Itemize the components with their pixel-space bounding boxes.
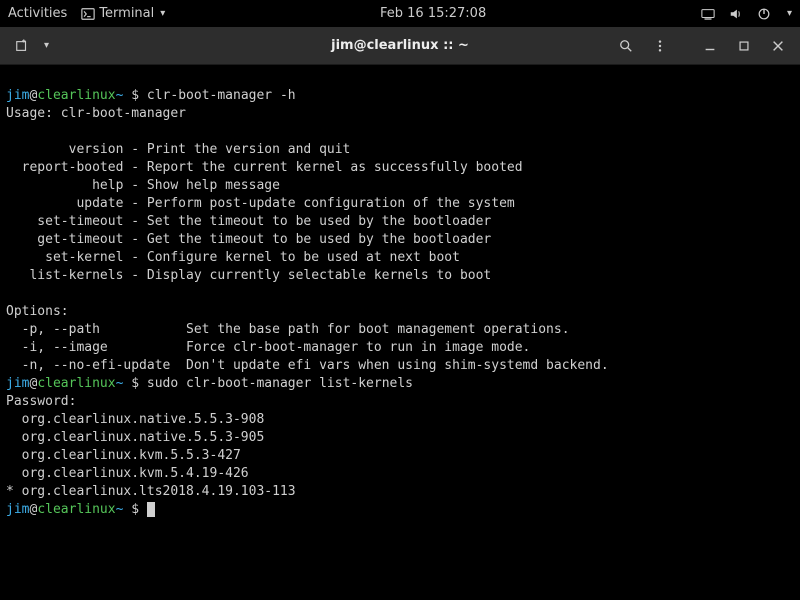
prompt-host: clearlinux — [37, 502, 115, 517]
activities-button[interactable]: Activities — [8, 6, 67, 21]
minimize-icon — [703, 39, 717, 53]
terminal-line — [6, 124, 14, 139]
close-icon — [771, 39, 785, 53]
gnome-top-bar: Activities Terminal ▾ Feb 16 15:27:08 ▾ — [0, 0, 800, 27]
terminal-line: Password: — [6, 394, 76, 409]
kebab-menu-icon — [653, 39, 667, 53]
terminal-line: update - Perform post-update configurati… — [6, 196, 515, 211]
prompt-dollar: $ — [123, 88, 146, 103]
minimize-button[interactable] — [696, 32, 724, 60]
chevron-down-icon: ▾ — [160, 8, 165, 19]
command-text: sudo clr-boot-manager list-kernels — [147, 376, 413, 391]
terminal-line: -n, --no-efi-update Don't update efi var… — [6, 358, 609, 373]
maximize-icon — [737, 39, 751, 53]
terminal-line: jim@clearlinux~ $ sudo clr-boot-manager … — [6, 376, 413, 391]
cursor — [147, 502, 155, 517]
command-text: clr-boot-manager -h — [147, 88, 296, 103]
terminal-line: -i, --image Force clr-boot-manager to ru… — [6, 340, 530, 355]
prompt-host: clearlinux — [37, 376, 115, 391]
terminal-line: report-booted - Report the current kerne… — [6, 160, 523, 175]
terminal-line: org.clearlinux.kvm.5.4.19-426 — [6, 466, 249, 481]
app-menu-label: Terminal — [99, 6, 154, 21]
terminal-line: org.clearlinux.native.5.5.3-908 — [6, 412, 264, 427]
terminal-icon — [81, 7, 95, 21]
new-tab-button[interactable] — [8, 32, 36, 60]
terminal-line: version - Print the version and quit — [6, 142, 350, 157]
app-menu[interactable]: Terminal ▾ — [81, 6, 165, 21]
terminal-line: -p, --path Set the base path for boot ma… — [6, 322, 570, 337]
terminal-line: set-kernel - Configure kernel to be used… — [6, 250, 460, 265]
close-button[interactable] — [764, 32, 792, 60]
terminal-viewport[interactable]: jim@clearlinux~ $ clr-boot-manager -h Us… — [0, 65, 800, 600]
clock-text: Feb 16 15:27:08 — [380, 6, 486, 21]
terminal-line: set-timeout - Set the timeout to be used… — [6, 214, 491, 229]
terminal-line: list-kernels - Display currently selecta… — [6, 268, 491, 283]
terminal-line: Usage: clr-boot-manager — [6, 106, 186, 121]
power-icon — [757, 7, 771, 21]
chevron-down-icon: ▾ — [787, 8, 792, 19]
maximize-button[interactable] — [730, 32, 758, 60]
terminal-line: jim@clearlinux~ $ — [6, 502, 155, 517]
network-icon — [701, 7, 715, 21]
prompt-dollar: $ — [123, 376, 146, 391]
search-button[interactable] — [612, 32, 640, 60]
prompt-user: jim — [6, 376, 29, 391]
terminal-line: get-timeout - Get the timeout to be used… — [6, 232, 491, 247]
terminal-line: help - Show help message — [6, 178, 280, 193]
terminal-line: org.clearlinux.kvm.5.5.3-427 — [6, 448, 241, 463]
menu-button[interactable] — [646, 32, 674, 60]
clock[interactable]: Feb 16 15:27:08 — [380, 6, 486, 21]
terminal-line: org.clearlinux.native.5.5.3-905 — [6, 430, 264, 445]
prompt-user: jim — [6, 88, 29, 103]
volume-icon — [729, 7, 743, 21]
terminal-line: jim@clearlinux~ $ clr-boot-manager -h — [6, 88, 296, 103]
prompt-host: clearlinux — [37, 88, 115, 103]
chevron-down-icon[interactable]: ▾ — [44, 40, 49, 51]
activities-label: Activities — [8, 6, 67, 21]
prompt-dollar: $ — [123, 502, 146, 517]
terminal-line: Options: — [6, 304, 69, 319]
terminal-line — [6, 286, 14, 301]
prompt-user: jim — [6, 502, 29, 517]
window-titlebar: ▾ jim@clearlinux :: ~ — [0, 27, 800, 65]
system-status-area[interactable]: ▾ — [701, 7, 792, 21]
search-icon — [619, 39, 633, 53]
new-tab-icon — [15, 39, 29, 53]
terminal-line: * org.clearlinux.lts2018.4.19.103-113 — [6, 484, 296, 499]
